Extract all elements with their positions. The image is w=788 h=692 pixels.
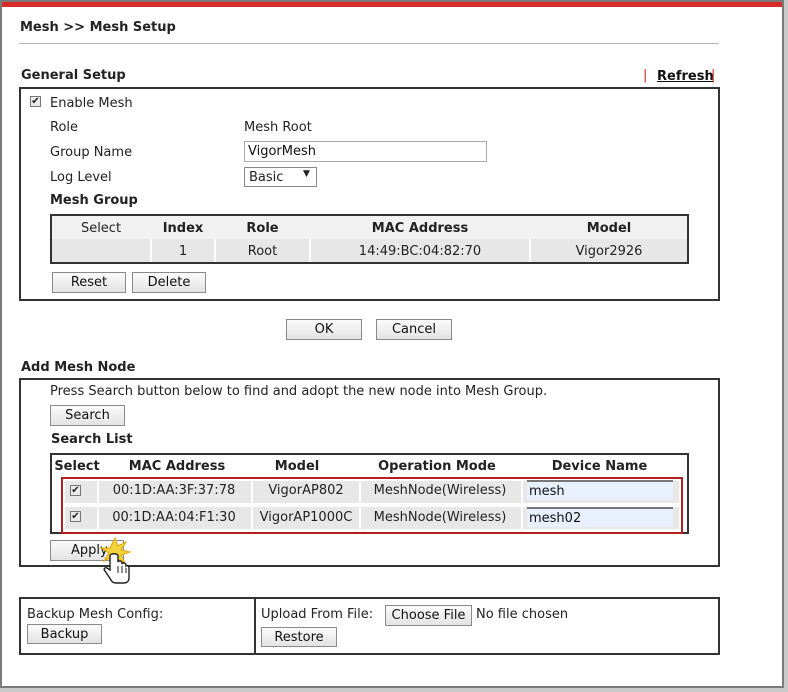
enable-mesh-checkbox[interactable]: ✔: [30, 96, 41, 107]
backup-config-label: Backup Mesh Config:: [27, 607, 164, 622]
node-row-2-mode: MeshNode(Wireless): [373, 510, 507, 525]
group-name-input[interactable]: [244, 141, 487, 162]
mesh-group-title: Mesh Group: [50, 193, 138, 208]
mesh-group-cell-mac: 14:49:BC:04:82:70: [358, 244, 482, 259]
mesh-group-header-role: Role: [246, 221, 279, 236]
frame-shadow-bottom: [0, 688, 788, 692]
frame-shadow-right: [784, 0, 788, 692]
mesh-group-header-model: Model: [586, 221, 632, 236]
role-value: Mesh Root: [244, 120, 312, 135]
ok-button[interactable]: OK: [286, 319, 362, 340]
mesh-group-cell-model: Vigor2926: [575, 244, 643, 259]
node-row-1-mode: MeshNode(Wireless): [373, 483, 507, 498]
title-divider: [19, 43, 719, 44]
refresh-pipe-right: |: [711, 68, 716, 83]
mesh-group-table: Select Index Role MAC Address Model 1 Ro…: [50, 214, 689, 264]
add-node-instruction: Press Search button below to find and ad…: [50, 384, 548, 399]
mesh-group-cell-role: Root: [247, 244, 278, 259]
log-level-select[interactable]: Basic ▼: [244, 167, 317, 187]
enable-mesh-label: Enable Mesh: [50, 96, 133, 111]
backup-restore-box: [19, 597, 720, 655]
restore-button[interactable]: Restore: [261, 627, 337, 647]
search-list-header-select: Select: [54, 459, 100, 474]
backup-divider: [254, 599, 256, 653]
search-list-header-device-name: Device Name: [551, 459, 648, 474]
search-list-header-mode: Operation Mode: [378, 459, 496, 474]
refresh-link[interactable]: Refresh: [657, 69, 714, 84]
search-button[interactable]: Search: [50, 405, 125, 426]
node-row-2-device-name-input[interactable]: [527, 507, 673, 527]
chevron-down-icon: ▼: [303, 169, 310, 179]
mesh-group-header-select: Select: [80, 221, 122, 236]
pointer-hand-cursor-icon: [99, 536, 132, 584]
node-row-1-device-name-input[interactable]: [527, 480, 673, 500]
choose-file-button[interactable]: Choose File: [385, 605, 472, 626]
node-row-1-model: VigorAP802: [268, 483, 344, 498]
refresh-pipe-left: |: [643, 68, 648, 83]
log-level-label: Log Level: [50, 170, 112, 185]
search-list-title: Search List: [51, 432, 133, 447]
node-row-1-checkbox[interactable]: ✔: [70, 485, 81, 496]
file-status-text: No file chosen: [476, 607, 569, 622]
mesh-group-cell-index: 1: [178, 244, 188, 259]
node-row-2-mac: 00:1D:AA:04:F1:30: [112, 510, 236, 525]
page-title: Mesh >> Mesh Setup: [20, 20, 176, 35]
general-setup-title: General Setup: [21, 68, 126, 83]
backup-button[interactable]: Backup: [27, 624, 102, 644]
search-list-header-model: Model: [274, 459, 320, 474]
node-row-1-mac: 00:1D:AA:3F:37:78: [112, 483, 236, 498]
mesh-group-header-index: Index: [162, 221, 204, 236]
add-mesh-node-title: Add Mesh Node: [21, 360, 136, 375]
search-list-header-mac: MAC Address: [128, 459, 226, 474]
mesh-group-header-mac: MAC Address: [371, 221, 469, 236]
upload-from-file-label: Upload From File:: [261, 607, 374, 622]
role-label: Role: [50, 120, 79, 135]
reset-button[interactable]: Reset: [52, 272, 126, 293]
group-name-label: Group Name: [50, 145, 133, 160]
log-level-selected-value: Basic: [249, 170, 284, 185]
delete-button[interactable]: Delete: [132, 272, 206, 293]
cancel-button[interactable]: Cancel: [376, 319, 452, 340]
node-row-2-model: VigorAP1000C: [259, 510, 353, 525]
node-row-2-checkbox[interactable]: ✔: [70, 511, 81, 522]
